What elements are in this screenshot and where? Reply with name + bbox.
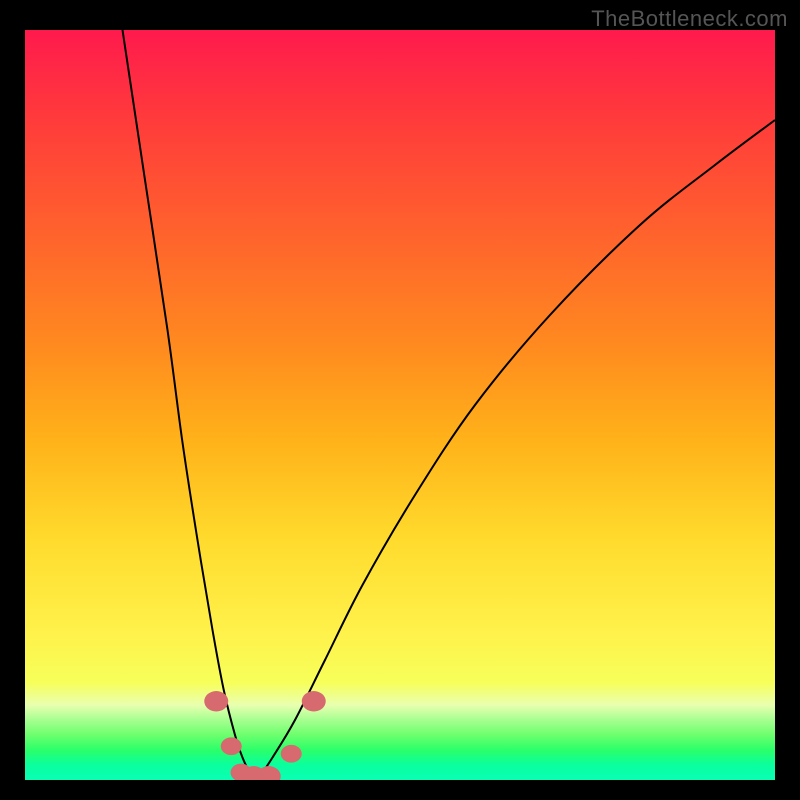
- plot-area: [25, 30, 775, 780]
- data-marker: [221, 737, 242, 755]
- scatter-markers: [204, 691, 326, 780]
- chart-outer-frame: TheBottleneck.com: [0, 0, 800, 800]
- data-marker: [302, 691, 326, 711]
- data-marker: [281, 745, 302, 763]
- left-curve: [123, 30, 258, 780]
- data-marker: [204, 691, 228, 711]
- right-curve: [258, 120, 776, 780]
- curve-layer: [25, 30, 775, 780]
- watermark-text: TheBottleneck.com: [591, 6, 788, 32]
